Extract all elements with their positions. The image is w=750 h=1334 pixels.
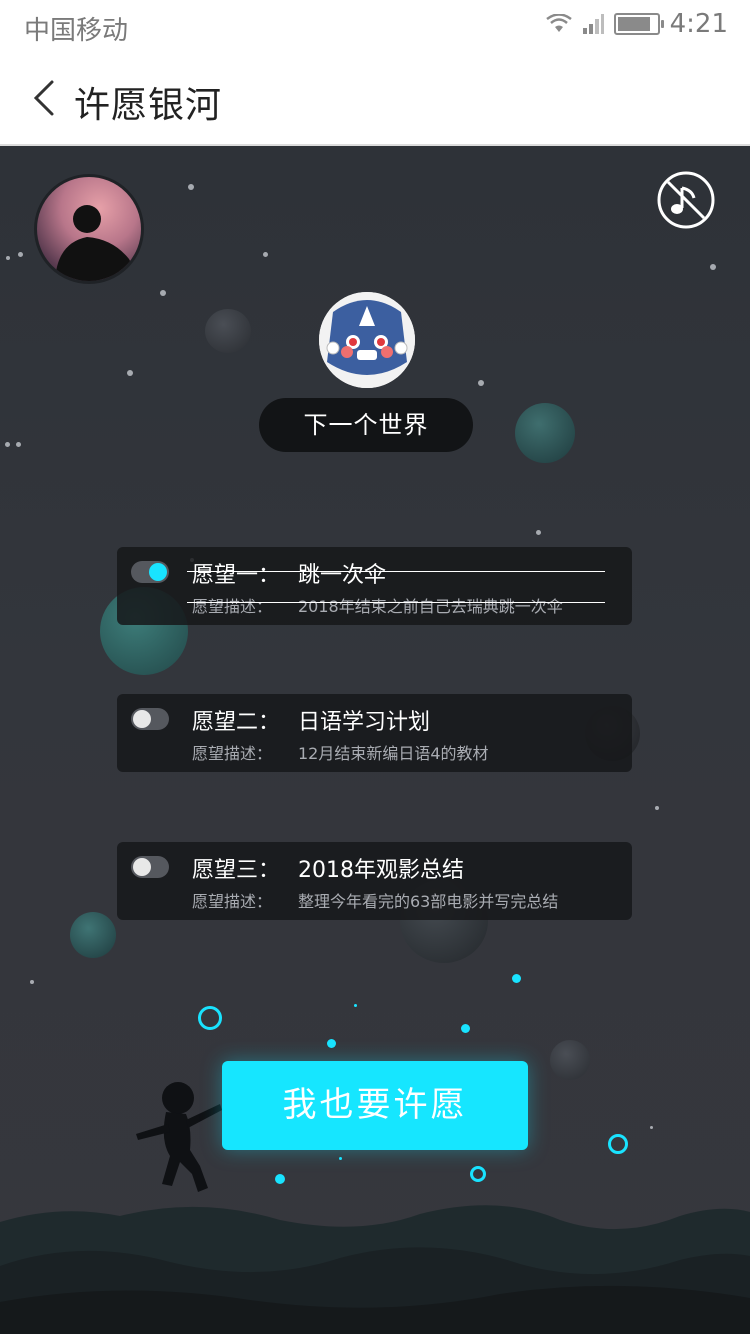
wish-title-label: 愿望三： <box>192 858 281 883</box>
glow-dot <box>512 974 521 983</box>
wish-desc-1: 愿望描述： 2018年结束之前自己去瑞典跳一次伞 <box>192 593 563 617</box>
wish-desc-text: 2018年结束之前自己去瑞典跳一次伞 <box>298 597 563 616</box>
glow-ring <box>198 1006 222 1030</box>
glow-dot <box>339 1157 342 1160</box>
star <box>6 256 10 260</box>
wish-title-label: 愿望一： <box>192 563 281 588</box>
planet <box>70 912 116 958</box>
user-avatar[interactable] <box>34 174 144 284</box>
wish-title-text: 2018年观影总结 <box>298 858 464 883</box>
wish-title-text: 日语学习计划 <box>298 710 431 735</box>
star <box>655 806 659 810</box>
star <box>5 442 10 447</box>
star <box>188 184 194 190</box>
world-avatar[interactable] <box>319 292 415 388</box>
wish-desc-3: 愿望描述： 整理今年看完的63部电影并写完总结 <box>192 888 558 912</box>
wish-title-text: 跳一次伞 <box>298 563 387 588</box>
wish-desc-label: 愿望描述： <box>192 597 273 616</box>
wish-desc-text: 12月结束新编日语4的教材 <box>298 744 489 763</box>
page-title: 许愿银河 <box>74 85 223 126</box>
status-bar: 中国移动 4:21 <box>0 0 750 52</box>
wish-toggle-2[interactable] <box>131 708 169 730</box>
strikethrough-line <box>187 602 605 603</box>
carrier-name: 中国移动 <box>24 16 129 46</box>
wish-title-2: 愿望二： 日语学习计划 <box>192 704 430 736</box>
wish-galaxy-scene: 下一个世界 愿望一： 跳一次伞 愿望描述： 2018年结束之前自己去瑞典跳一次伞 愿… <box>0 146 750 1334</box>
glow-ring <box>608 1134 628 1154</box>
wish-card-3[interactable]: 愿望三： 2018年观影总结 愿望描述： 整理今年看完的63部电影并写完总结 <box>117 842 632 920</box>
wish-card-1[interactable]: 愿望一： 跳一次伞 愿望描述： 2018年结束之前自己去瑞典跳一次伞 <box>117 547 632 625</box>
star <box>478 380 484 386</box>
wish-title-1: 愿望一： 跳一次伞 <box>192 557 386 589</box>
star <box>30 980 34 984</box>
glow-dot <box>461 1024 470 1033</box>
wifi-icon <box>545 14 572 32</box>
wish-desc-text: 整理今年看完的63部电影并写完总结 <box>298 892 559 911</box>
star <box>160 290 166 296</box>
wish-desc-2: 愿望描述： 12月结束新编日语4的教材 <box>192 740 489 764</box>
wish-title-label: 愿望二： <box>192 710 281 735</box>
glow-dot <box>354 1004 357 1007</box>
star <box>127 370 133 376</box>
make-wish-button[interactable]: 我也要许愿 <box>222 1061 528 1150</box>
star <box>263 252 268 257</box>
wish-toggle-1[interactable] <box>131 561 169 583</box>
star <box>536 530 541 535</box>
wish-desc-label: 愿望描述： <box>192 892 273 911</box>
silhouette-image <box>55 205 141 281</box>
world-name-pill[interactable]: 下一个世界 <box>259 398 473 452</box>
chevron-left-icon[interactable] <box>22 74 70 122</box>
planet <box>515 403 575 463</box>
planet <box>550 1040 590 1080</box>
strikethrough-line <box>187 571 605 572</box>
cartoon-face-image <box>319 292 415 388</box>
toggle-knob <box>133 710 151 728</box>
star <box>710 264 716 270</box>
wish-toggle-3[interactable] <box>131 856 169 878</box>
clock: 4:21 <box>669 9 728 39</box>
battery-icon <box>613 13 664 35</box>
star <box>650 1126 653 1129</box>
toggle-knob <box>149 563 167 581</box>
hills-landscape <box>0 1205 750 1334</box>
wish-desc-label: 愿望描述： <box>192 744 273 763</box>
status-icons: 4:21 <box>545 8 728 40</box>
planet <box>205 309 251 353</box>
star <box>16 442 21 447</box>
toggle-knob <box>133 858 151 876</box>
star <box>18 252 23 257</box>
nav-bar: 许愿银河 <box>0 52 750 146</box>
signal-icon <box>582 14 604 34</box>
music-off-icon[interactable] <box>656 170 716 230</box>
glow-dot <box>327 1039 336 1048</box>
wish-card-2[interactable]: 愿望二： 日语学习计划 愿望描述： 12月结束新编日语4的教材 <box>117 694 632 772</box>
wish-title-3: 愿望三： 2018年观影总结 <box>192 852 464 884</box>
